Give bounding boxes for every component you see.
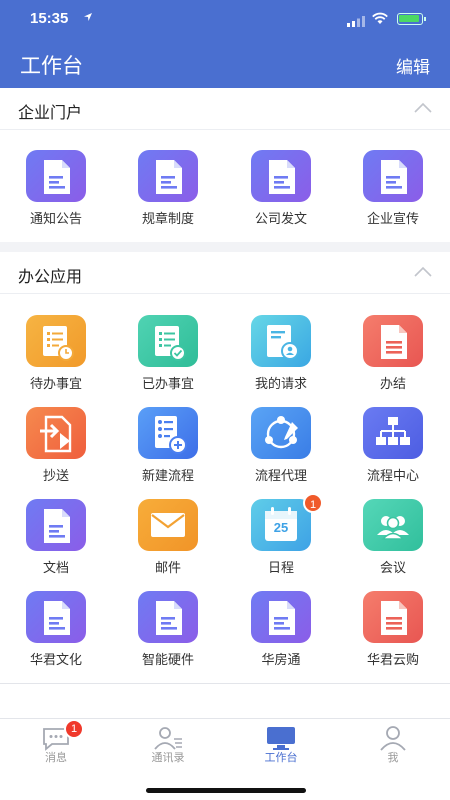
app-label: 通知公告 bbox=[29, 211, 82, 226]
forward-icon bbox=[26, 407, 86, 459]
nav-bar: 工作台 编辑 bbox=[0, 38, 450, 88]
app-label: 流程代理 bbox=[254, 468, 307, 483]
document-icon bbox=[251, 150, 311, 202]
document-icon bbox=[26, 591, 86, 643]
app-label: 已办事宜 bbox=[141, 376, 194, 391]
app-label: 新建流程 bbox=[141, 468, 194, 483]
tab-label: 工作台 bbox=[264, 752, 298, 764]
app-schedule[interactable]: 25 1 日程 bbox=[225, 493, 337, 591]
tab-contacts[interactable]: 通讯录 bbox=[112, 719, 224, 769]
chevron-up-icon[interactable] bbox=[414, 102, 432, 114]
calendar-day: 25 bbox=[273, 520, 289, 535]
done-list-icon bbox=[138, 315, 198, 367]
app-new-process[interactable]: 新建流程 bbox=[112, 407, 224, 499]
app-pending[interactable]: 待办事宜 bbox=[0, 315, 112, 407]
battery-icon bbox=[397, 13, 426, 25]
tab-messages[interactable]: 1 消息 bbox=[0, 719, 112, 769]
app-process-center[interactable]: 流程中心 bbox=[337, 407, 449, 499]
tab-workbench[interactable]: 工作台 bbox=[225, 719, 337, 769]
pending-list-icon bbox=[26, 315, 86, 367]
content-divider bbox=[0, 683, 450, 684]
app-label: 华房通 bbox=[261, 652, 301, 667]
app-label: 公司发文 bbox=[254, 211, 307, 226]
app-label: 待办事宜 bbox=[29, 376, 82, 391]
cellular-signal-icon bbox=[347, 14, 365, 32]
app-label: 华君云购 bbox=[366, 652, 419, 667]
office-section-title: 办公应用 bbox=[18, 269, 83, 286]
section-divider bbox=[0, 242, 450, 252]
new-process-icon bbox=[138, 407, 198, 459]
my-request-icon bbox=[251, 315, 311, 367]
status-bar: 15:35 bbox=[0, 0, 450, 38]
portal-section: 企业门户 bbox=[0, 88, 450, 130]
office-grid: 待办事宜 已办事宜 我的请求 办结 抄送 新建流程 流程代理 流程中心 文档 邮… bbox=[0, 315, 450, 685]
office-section-header[interactable]: 办公应用 bbox=[0, 252, 450, 294]
app-done[interactable]: 已办事宜 bbox=[112, 315, 224, 407]
messages-badge: 1 bbox=[64, 719, 84, 739]
app-label: 文档 bbox=[42, 560, 69, 575]
chevron-up-icon[interactable] bbox=[414, 266, 432, 278]
document-icon bbox=[363, 591, 423, 643]
app-publicity[interactable]: 企业宣传 bbox=[337, 150, 449, 242]
tab-label: 我 bbox=[387, 752, 399, 764]
app-label: 邮件 bbox=[154, 560, 181, 575]
meeting-icon bbox=[363, 499, 423, 551]
workbench-icon bbox=[267, 727, 295, 750]
portal-section-title: 企业门户 bbox=[18, 105, 83, 122]
edit-button[interactable]: 编辑 bbox=[396, 53, 430, 78]
office-section: 办公应用 bbox=[0, 252, 450, 294]
document-icon bbox=[363, 315, 423, 367]
mail-icon bbox=[138, 499, 198, 551]
app-label: 日程 bbox=[267, 560, 294, 575]
document-icon bbox=[26, 499, 86, 551]
app-label: 办结 bbox=[379, 376, 406, 391]
portal-grid: 通知公告 规章制度 公司发文 企业宣传 bbox=[0, 150, 450, 245]
tab-label: 消息 bbox=[45, 752, 67, 764]
calendar-icon: 25 bbox=[251, 499, 311, 551]
contacts-icon bbox=[154, 727, 182, 750]
process-proxy-icon bbox=[251, 407, 311, 459]
app-huajun-cloud-buy[interactable]: 华君云购 bbox=[337, 591, 449, 683]
document-icon bbox=[363, 150, 423, 202]
app-label: 会议 bbox=[379, 560, 406, 575]
document-icon bbox=[26, 150, 86, 202]
status-time: 15:35 bbox=[30, 10, 69, 27]
home-indicator bbox=[146, 788, 306, 793]
app-label: 企业宣传 bbox=[366, 211, 419, 226]
app-notice[interactable]: 通知公告 bbox=[0, 150, 112, 242]
tab-profile[interactable]: 我 bbox=[337, 719, 449, 769]
app-label: 智能硬件 bbox=[141, 652, 194, 667]
app-process-proxy[interactable]: 流程代理 bbox=[225, 407, 337, 499]
app-label: 我的请求 bbox=[254, 376, 307, 391]
app-smart-hardware[interactable]: 智能硬件 bbox=[112, 591, 224, 683]
app-huafangtong[interactable]: 华房通 bbox=[225, 591, 337, 683]
location-arrow-icon bbox=[83, 12, 93, 25]
portal-section-header[interactable]: 企业门户 bbox=[0, 88, 450, 130]
schedule-badge: 1 bbox=[303, 493, 323, 513]
org-chart-icon bbox=[363, 407, 423, 459]
profile-icon bbox=[380, 726, 406, 751]
app-meeting[interactable]: 会议 bbox=[337, 499, 449, 591]
wifi-icon bbox=[371, 12, 389, 30]
page-title: 工作台 bbox=[20, 55, 83, 78]
app-huajun-culture[interactable]: 华君文化 bbox=[0, 591, 112, 683]
app-mail[interactable]: 邮件 bbox=[112, 499, 224, 591]
app-label: 华君文化 bbox=[29, 652, 82, 667]
app-my-request[interactable]: 我的请求 bbox=[225, 315, 337, 407]
app-completed[interactable]: 办结 bbox=[337, 315, 449, 407]
document-icon bbox=[138, 150, 198, 202]
app-cc[interactable]: 抄送 bbox=[0, 407, 112, 499]
document-icon bbox=[138, 591, 198, 643]
app-company-dispatch[interactable]: 公司发文 bbox=[225, 150, 337, 242]
app-documents[interactable]: 文档 bbox=[0, 499, 112, 591]
app-label: 规章制度 bbox=[141, 211, 194, 226]
app-regulations[interactable]: 规章制度 bbox=[112, 150, 224, 242]
app-label: 流程中心 bbox=[366, 468, 419, 483]
document-icon bbox=[251, 591, 311, 643]
app-label: 抄送 bbox=[42, 468, 69, 483]
tab-label: 通讯录 bbox=[151, 752, 185, 764]
